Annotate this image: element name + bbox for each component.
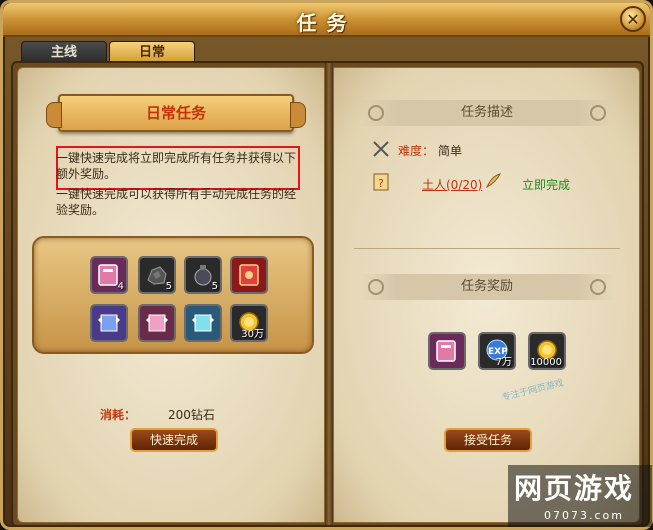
ornament-icon bbox=[368, 105, 384, 121]
quick-complete-button[interactable]: 快速完成 bbox=[130, 428, 218, 452]
difficulty-value: 简单 bbox=[438, 144, 463, 158]
pink-scroll-icon bbox=[146, 314, 168, 332]
blue-scroll-icon bbox=[98, 314, 120, 332]
task-target-link[interactable]: 土人(0/20) bbox=[422, 176, 482, 193]
red-card-icon bbox=[239, 264, 259, 286]
feather-icon[interactable] bbox=[484, 172, 502, 190]
task-description-title: 任务描述 bbox=[460, 105, 513, 120]
watermark-site: 07073.com bbox=[544, 509, 624, 522]
daily-task-banner: 日常任务 bbox=[46, 94, 306, 132]
quick-complete-description: 一键快速完成将立即完成所有任务并获得以下额外奖励。 bbox=[56, 151, 297, 181]
reward-slot[interactable] bbox=[138, 304, 176, 342]
close-button[interactable]: ✕ bbox=[620, 6, 646, 32]
reward-slot[interactable] bbox=[90, 304, 128, 342]
reward-count: 30万 bbox=[241, 329, 264, 340]
reward-count: 10000 bbox=[530, 357, 562, 368]
window-titlebar: 任务 ✕ bbox=[3, 3, 650, 37]
reward-slot[interactable]: 4 bbox=[90, 256, 128, 294]
daily-reward-board: 4 5 5 30万 bbox=[32, 236, 314, 354]
accept-task-button[interactable]: 接受任务 bbox=[444, 428, 532, 452]
reward-slot[interactable]: 5 bbox=[138, 256, 176, 294]
right-page: 任务描述 难度： 简单 ? 土人(0/20) 立即完成 任务奖励 EXP 7万 … bbox=[333, 67, 640, 523]
reward-slot[interactable]: 5 bbox=[184, 256, 222, 294]
task-description-header: 任务描述 bbox=[358, 100, 616, 126]
reward-count: 4 bbox=[117, 281, 124, 292]
watermark-brand: 网页游戏 bbox=[514, 472, 635, 505]
tab-daily[interactable]: 日常 bbox=[109, 41, 195, 63]
reward-slot[interactable] bbox=[428, 332, 466, 370]
task-window: 任务 ✕ 主线 日常 日常任务 一键快速完成将立即完成所有任务并获得以下额外奖励… bbox=[0, 0, 653, 530]
exp-reward-description: 一键快速完成可以获得所有手动完成任务的经验奖励。 bbox=[56, 187, 297, 217]
reward-count: 5 bbox=[165, 281, 172, 292]
task-reward-title: 任务奖励 bbox=[460, 279, 513, 294]
book-spine bbox=[325, 63, 333, 525]
task-reward-header: 任务奖励 bbox=[358, 274, 616, 300]
divider bbox=[354, 248, 620, 249]
window-title: 任务 bbox=[296, 11, 357, 35]
quest-book: 日常任务 一键快速完成将立即完成所有任务并获得以下额外奖励。 一键快速完成可以获… bbox=[11, 61, 644, 527]
reward-count: 5 bbox=[211, 281, 218, 292]
reward-slot[interactable]: EXP 7万 bbox=[478, 332, 516, 370]
reward-slot[interactable] bbox=[184, 304, 222, 342]
reward-slot[interactable] bbox=[230, 256, 268, 294]
crossed-swords-icon bbox=[373, 141, 389, 157]
ornament-icon bbox=[590, 105, 606, 121]
ornament-icon bbox=[590, 279, 606, 295]
book-icon bbox=[436, 340, 456, 362]
reward-slot[interactable]: 30万 bbox=[230, 304, 268, 342]
difficulty-label: 难度： bbox=[398, 144, 435, 158]
reward-slot[interactable]: 10000 bbox=[528, 332, 566, 370]
svg-text:?: ? bbox=[378, 177, 384, 190]
quest-scroll-icon: ? bbox=[373, 173, 389, 191]
tab-main-quest[interactable]: 主线 bbox=[21, 41, 107, 63]
ornament-icon bbox=[368, 279, 384, 295]
reward-count: 7万 bbox=[495, 357, 512, 368]
instant-complete-link[interactable]: 立即完成 bbox=[522, 176, 570, 193]
left-page: 日常任务 一键快速完成将立即完成所有任务并获得以下额外奖励。 一键快速完成可以获… bbox=[17, 67, 325, 523]
cost-value: 200钻石 bbox=[168, 408, 215, 422]
tab-bar: 主线 日常 bbox=[21, 41, 195, 63]
watermark-logo: 网页游戏 07073.com bbox=[508, 465, 652, 527]
cost-label: 消耗： bbox=[100, 408, 137, 422]
cyan-scroll-icon bbox=[192, 314, 214, 332]
